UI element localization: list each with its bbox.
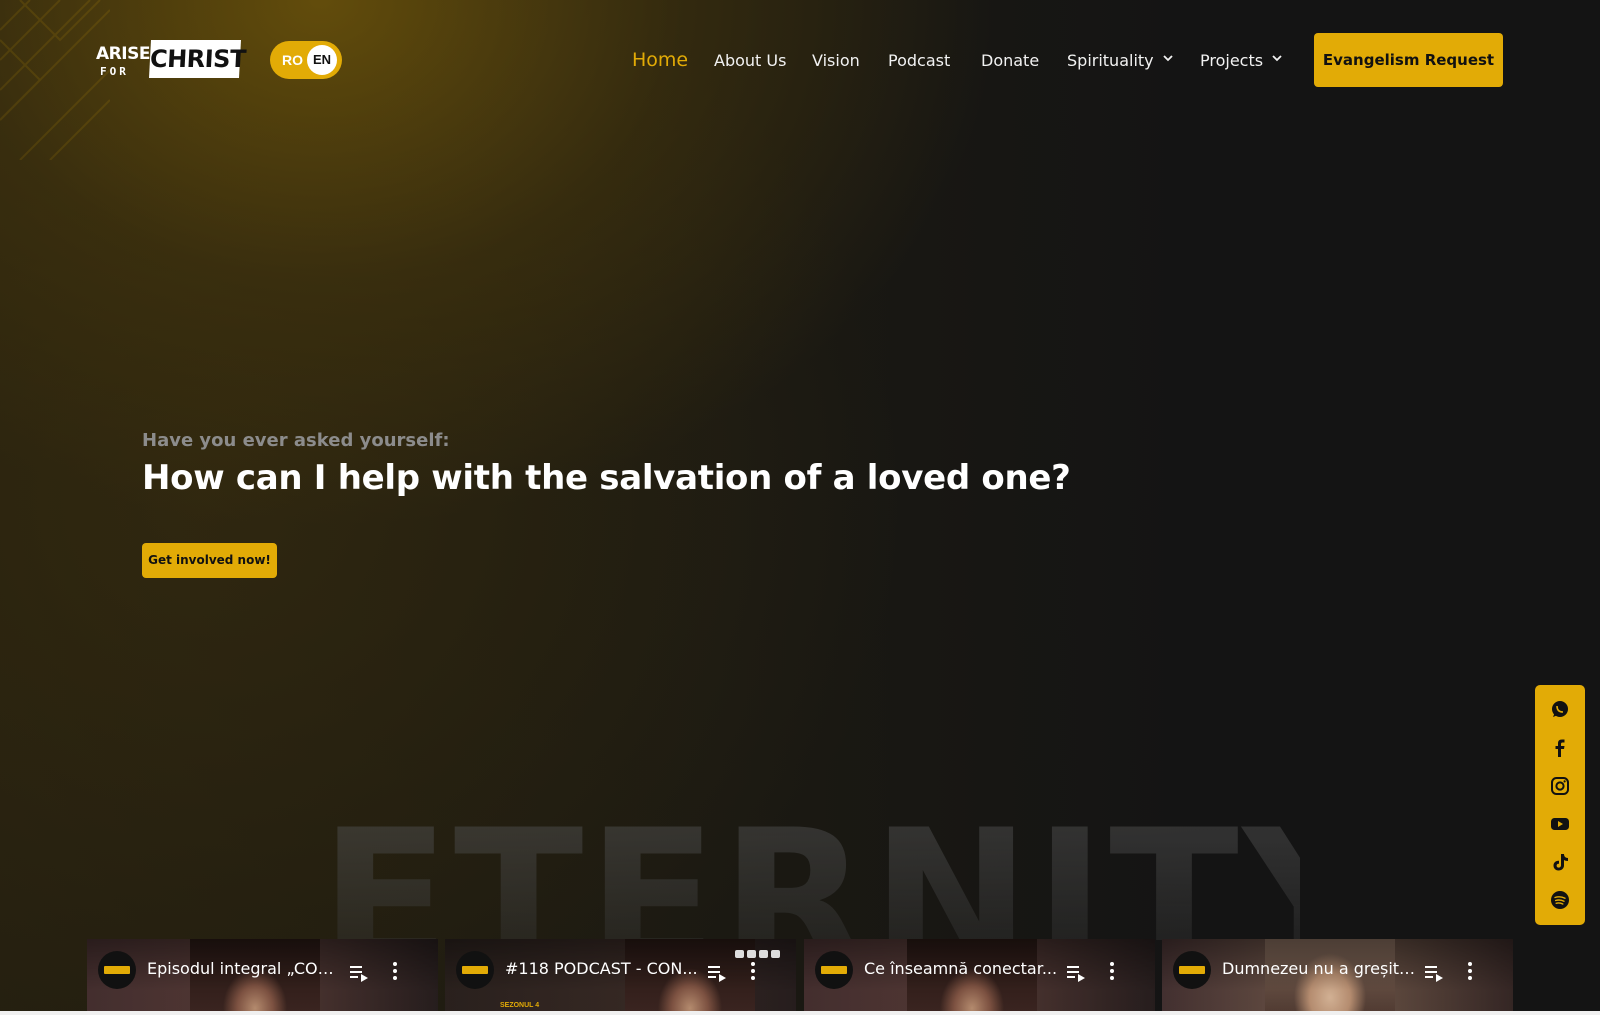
language-option-en[interactable]: EN [307, 45, 337, 75]
youtube-icon[interactable] [1550, 814, 1570, 834]
language-toggle[interactable]: RO EN [270, 41, 342, 79]
nav-spirituality[interactable]: Spirituality [1067, 49, 1173, 73]
whatsapp-icon[interactable] [1550, 699, 1570, 719]
nav-home[interactable]: Home [632, 48, 688, 72]
playlist-add-icon[interactable] [349, 964, 369, 982]
nav-donate[interactable]: Donate [981, 49, 1039, 73]
nav-projects-label: Projects [1200, 51, 1264, 70]
season-badge: SEZONUL 4 [500, 1002, 540, 1009]
hero-headline: How can I help with the salvation of a l… [142, 458, 1071, 498]
site-logo[interactable]: ARISE FOR CHRIST [96, 38, 246, 82]
nav-spirituality-label: Spirituality [1067, 51, 1154, 70]
social-sidebar [1535, 685, 1585, 925]
video-title[interactable]: Episodul integral „CON... [147, 959, 342, 978]
hero-kicker: Have you ever asked yourself: [142, 430, 450, 451]
video-strip: Episodul integral „CON... #118 PODCAST -… [87, 939, 1513, 1012]
more-options-icon[interactable] [392, 961, 398, 981]
background-word: ETERNITY [320, 805, 1300, 940]
logo-for-text: FOR [100, 65, 129, 78]
playlist-add-icon[interactable] [1424, 964, 1444, 982]
playlist-add-icon[interactable] [1066, 964, 1086, 982]
spotify-icon[interactable] [1550, 890, 1570, 910]
video-card[interactable]: Episodul integral „CON... [87, 939, 438, 1012]
video-title[interactable]: Dumnezeu nu a greșit ... [1222, 959, 1417, 978]
chevron-down-icon [1163, 55, 1173, 62]
horizontal-scrollbar[interactable] [0, 1011, 1600, 1015]
nav-vision[interactable]: Vision [812, 49, 860, 73]
evangelism-request-button[interactable]: Evangelism Request [1314, 33, 1503, 87]
more-options-icon[interactable] [1467, 961, 1473, 981]
more-options-icon[interactable] [1109, 961, 1115, 981]
video-card[interactable]: Ce înseamnă conectar... [804, 939, 1155, 1012]
channel-avatar[interactable] [1173, 951, 1211, 989]
facebook-icon[interactable] [1550, 738, 1570, 758]
nav-podcast[interactable]: Podcast [888, 49, 950, 73]
language-option-ro[interactable]: RO [282, 41, 303, 79]
channel-avatar[interactable] [456, 951, 494, 989]
nav-about-us[interactable]: About Us [714, 49, 786, 73]
decorative-pattern [0, 0, 110, 160]
more-options-icon[interactable] [750, 961, 756, 981]
channel-avatar[interactable] [815, 951, 853, 989]
video-card[interactable]: Dumnezeu nu a greșit ... [1162, 939, 1513, 1012]
get-involved-button[interactable]: Get involved now! [142, 543, 277, 578]
playlist-add-icon[interactable] [707, 964, 727, 982]
channel-avatar[interactable] [98, 951, 136, 989]
video-title[interactable]: #118 PODCAST - CON... [505, 959, 700, 978]
video-card[interactable]: #118 PODCAST - CON... SEZONUL 4 [445, 939, 796, 1012]
logo-christ-text: CHRIST [149, 40, 246, 78]
chevron-down-icon [1272, 55, 1282, 62]
nav-projects[interactable]: Projects [1200, 49, 1282, 73]
logo-arise-text: ARISE [96, 44, 150, 64]
instagram-icon[interactable] [1550, 776, 1570, 796]
video-title[interactable]: Ce înseamnă conectar... [864, 959, 1059, 978]
tiktok-icon[interactable] [1550, 852, 1570, 872]
social-mini-icons [735, 950, 780, 958]
